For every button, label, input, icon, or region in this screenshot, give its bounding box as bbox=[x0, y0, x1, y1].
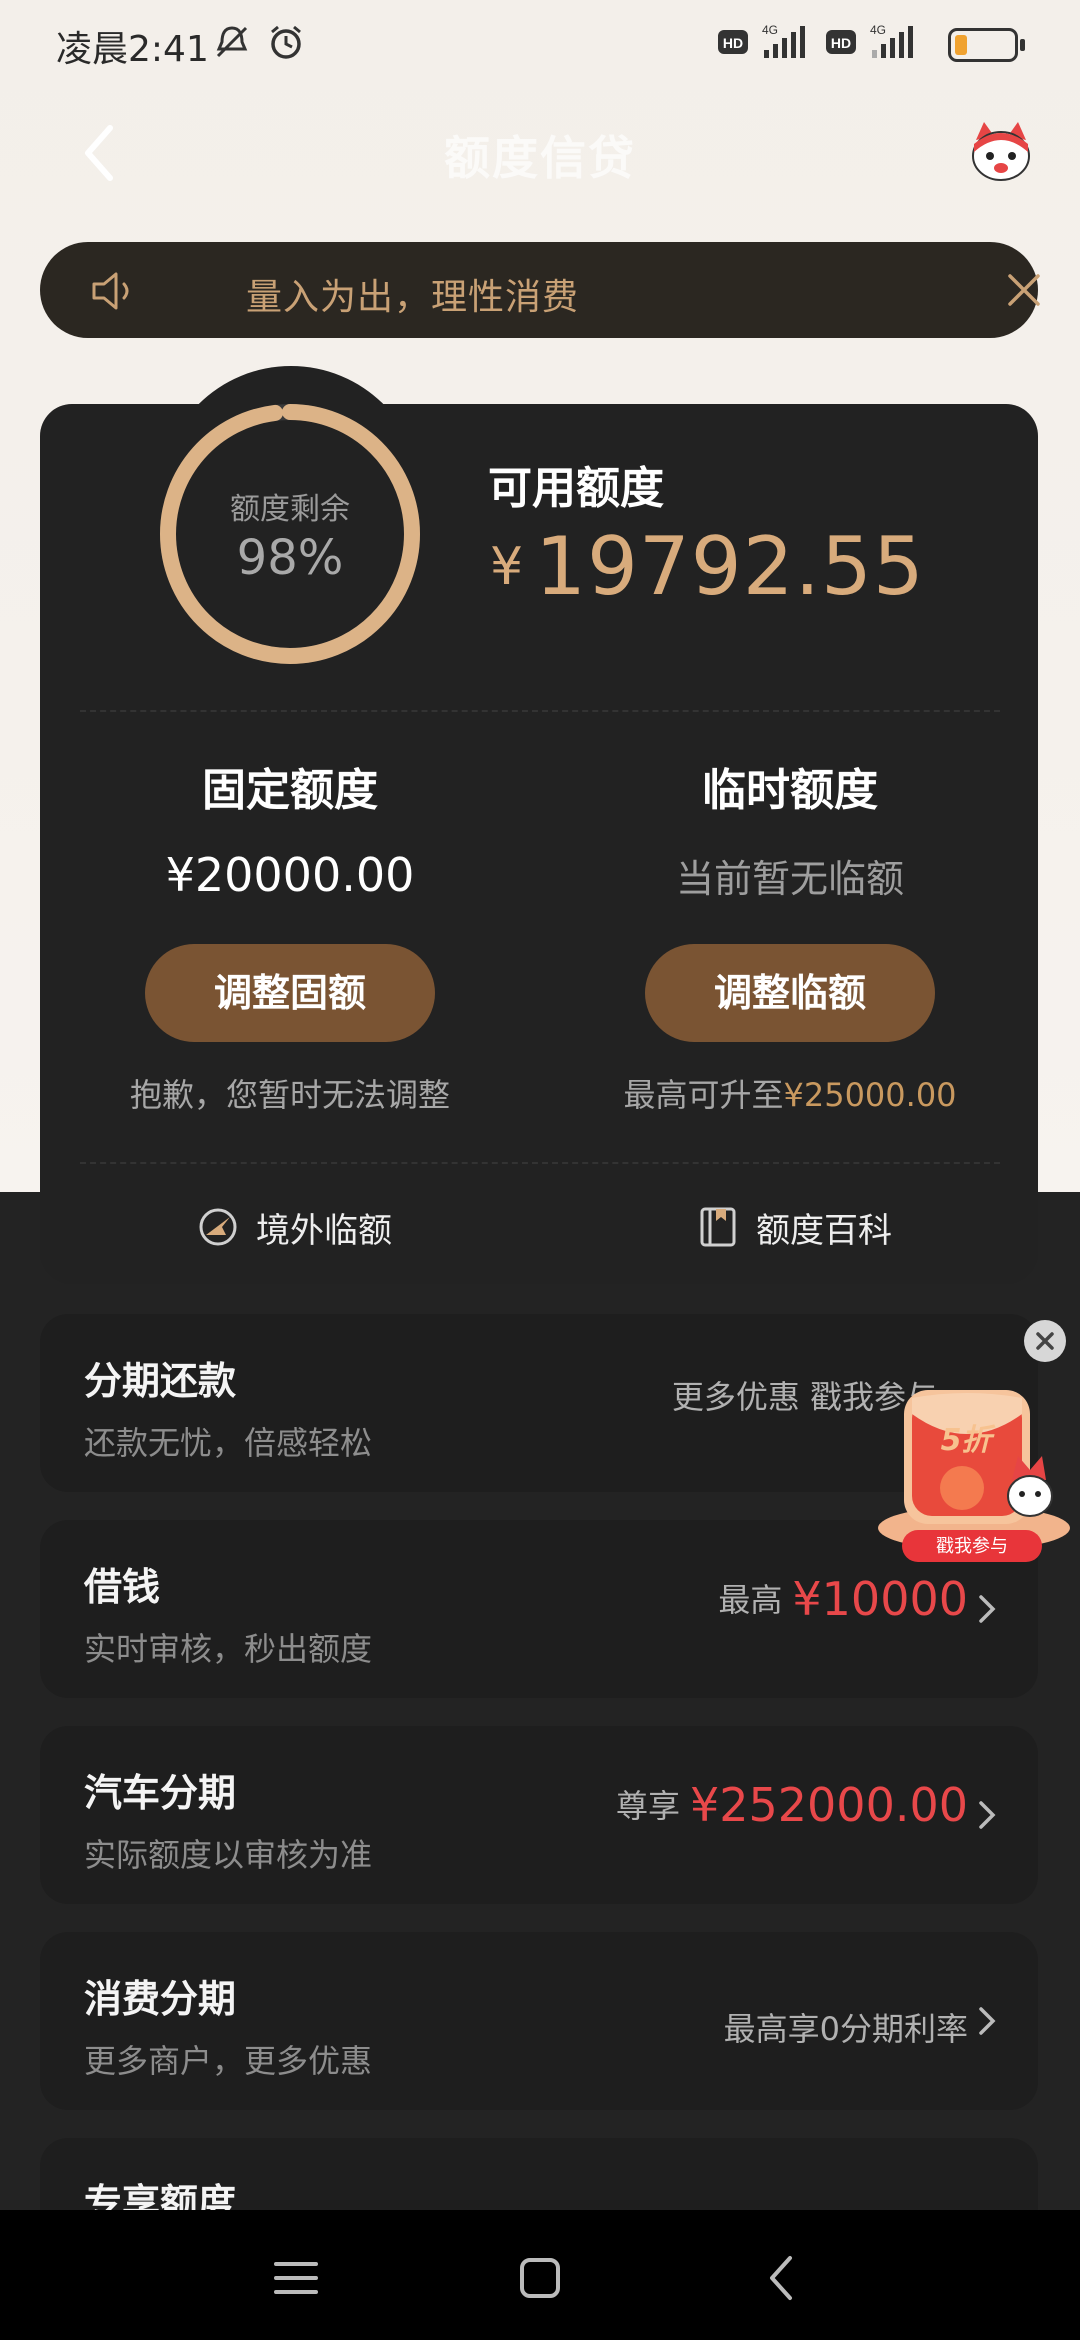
available-amount: ¥19792.55 bbox=[490, 520, 925, 613]
divider bbox=[80, 1162, 1000, 1164]
adjust-temporary-button[interactable]: 调整临额 bbox=[645, 944, 935, 1042]
row-right-label: 尊享 bbox=[615, 1787, 680, 1825]
row-title: 借钱 bbox=[84, 1565, 161, 1609]
svg-text:HD: HD bbox=[831, 35, 851, 51]
available-label: 可用额度 bbox=[488, 463, 664, 514]
row-title: 消费分期 bbox=[84, 1977, 237, 2021]
status-time: 凌晨2:41 bbox=[56, 29, 209, 70]
battery-icon bbox=[948, 28, 1025, 62]
promo-discount: 5折 bbox=[941, 1423, 997, 1458]
promo-close-button[interactable] bbox=[1024, 1320, 1066, 1362]
divider bbox=[80, 710, 1000, 712]
promo-cta: 戳我参与 bbox=[936, 1536, 1008, 1557]
alarm-icon bbox=[271, 25, 301, 59]
available-amount-value: 19792.55 bbox=[535, 520, 925, 613]
menu-icon[interactable] bbox=[266, 2250, 326, 2306]
list-item-auto-installment[interactable]: 汽车分期 实际额度以审核为准 尊享 ¥252000.00 bbox=[40, 1726, 1038, 1904]
temporary-note-prefix: 最高可升至 bbox=[623, 1076, 784, 1114]
hd-icon: HD bbox=[826, 30, 856, 54]
notice-text: 量入为出，理性消费 bbox=[246, 277, 580, 318]
ring-value: 98% bbox=[236, 530, 344, 586]
status-bar: 凌晨2:41 HD 4G HD 4G bbox=[0, 0, 1080, 86]
temporary-title: 临时额度 bbox=[702, 765, 878, 816]
ring-label: 额度剩余 bbox=[230, 492, 350, 527]
close-icon[interactable] bbox=[1002, 268, 1046, 312]
credit-wiki-label: 额度百科 bbox=[756, 1210, 892, 1251]
temporary-note: 最高可升至¥25000.00 bbox=[540, 1070, 1040, 1116]
close-icon bbox=[1036, 1332, 1054, 1350]
temporary-note-amount: ¥25000.00 bbox=[783, 1076, 957, 1114]
row-subtitle: 还款无忧，倍感轻松 bbox=[84, 1424, 373, 1462]
credit-wiki-link[interactable]: 额度百科 bbox=[696, 1202, 892, 1252]
chevron-right-icon bbox=[979, 1595, 996, 1623]
back-icon[interactable] bbox=[754, 2250, 814, 2306]
4g-signal-icon: 4G bbox=[762, 23, 805, 58]
svg-text:4G: 4G bbox=[870, 23, 886, 37]
svg-text:HD: HD bbox=[723, 35, 743, 51]
notice-banner: 量入为出，理性消费 bbox=[40, 242, 1040, 338]
overseas-temp-link[interactable]: 境外临额 bbox=[196, 1202, 392, 1252]
list-item-consumer-installment[interactable]: 消费分期 更多商户，更多优惠 最高享0分期利率 bbox=[40, 1932, 1038, 2110]
row-right-amount: ¥252000.00 bbox=[689, 1778, 968, 1832]
row-right-amount: ¥10000 bbox=[792, 1572, 968, 1626]
currency-symbol: ¥ bbox=[490, 537, 524, 597]
chevron-right-icon bbox=[979, 1801, 996, 1829]
fixed-note: 抱歉，您暂时无法调整 bbox=[129, 1076, 450, 1114]
mute-icon bbox=[216, 26, 248, 58]
row-right-label: 最高 bbox=[718, 1581, 783, 1619]
globe-plane-icon bbox=[199, 1208, 237, 1246]
4g-signal-icon: 4G bbox=[870, 23, 913, 58]
row-title: 分期还款 bbox=[84, 1359, 237, 1403]
row-right-label: 最高享0分期利率 bbox=[723, 2010, 968, 2048]
temporary-value: 当前暂无临额 bbox=[675, 857, 904, 901]
row-subtitle: 实际额度以审核为准 bbox=[84, 1836, 373, 1874]
svg-text:4G: 4G bbox=[762, 23, 778, 37]
chevron-right-icon bbox=[979, 2007, 996, 2035]
row-subtitle: 实时审核，秒出额度 bbox=[84, 1630, 373, 1668]
speaker-icon bbox=[92, 272, 129, 310]
row-right-text: 尊享 ¥252000.00 bbox=[616, 1778, 968, 1832]
mascot-avatar-icon[interactable] bbox=[966, 118, 1036, 188]
promo-float[interactable]: 5折 戳我参与 bbox=[874, 1384, 1074, 1570]
page-title: 额度信贷 bbox=[444, 131, 636, 185]
row-right-text: 最高享0分期利率 bbox=[724, 2004, 968, 2050]
row-title: 汽车分期 bbox=[84, 1771, 237, 1815]
hd-icon: HD bbox=[718, 30, 748, 54]
adjust-fixed-button[interactable]: 调整固额 bbox=[145, 944, 435, 1042]
book-icon bbox=[700, 1207, 736, 1247]
row-right-text: 最高 ¥10000 bbox=[718, 1572, 968, 1626]
fixed-title: 固定额度 bbox=[202, 765, 378, 816]
fixed-value: ¥20000.00 bbox=[165, 848, 415, 902]
row-subtitle: 更多商户，更多优惠 bbox=[84, 2042, 373, 2080]
overseas-temp-label: 境外临额 bbox=[256, 1210, 392, 1251]
home-icon[interactable] bbox=[510, 2250, 570, 2306]
system-navigation-bar bbox=[0, 2210, 1080, 2340]
